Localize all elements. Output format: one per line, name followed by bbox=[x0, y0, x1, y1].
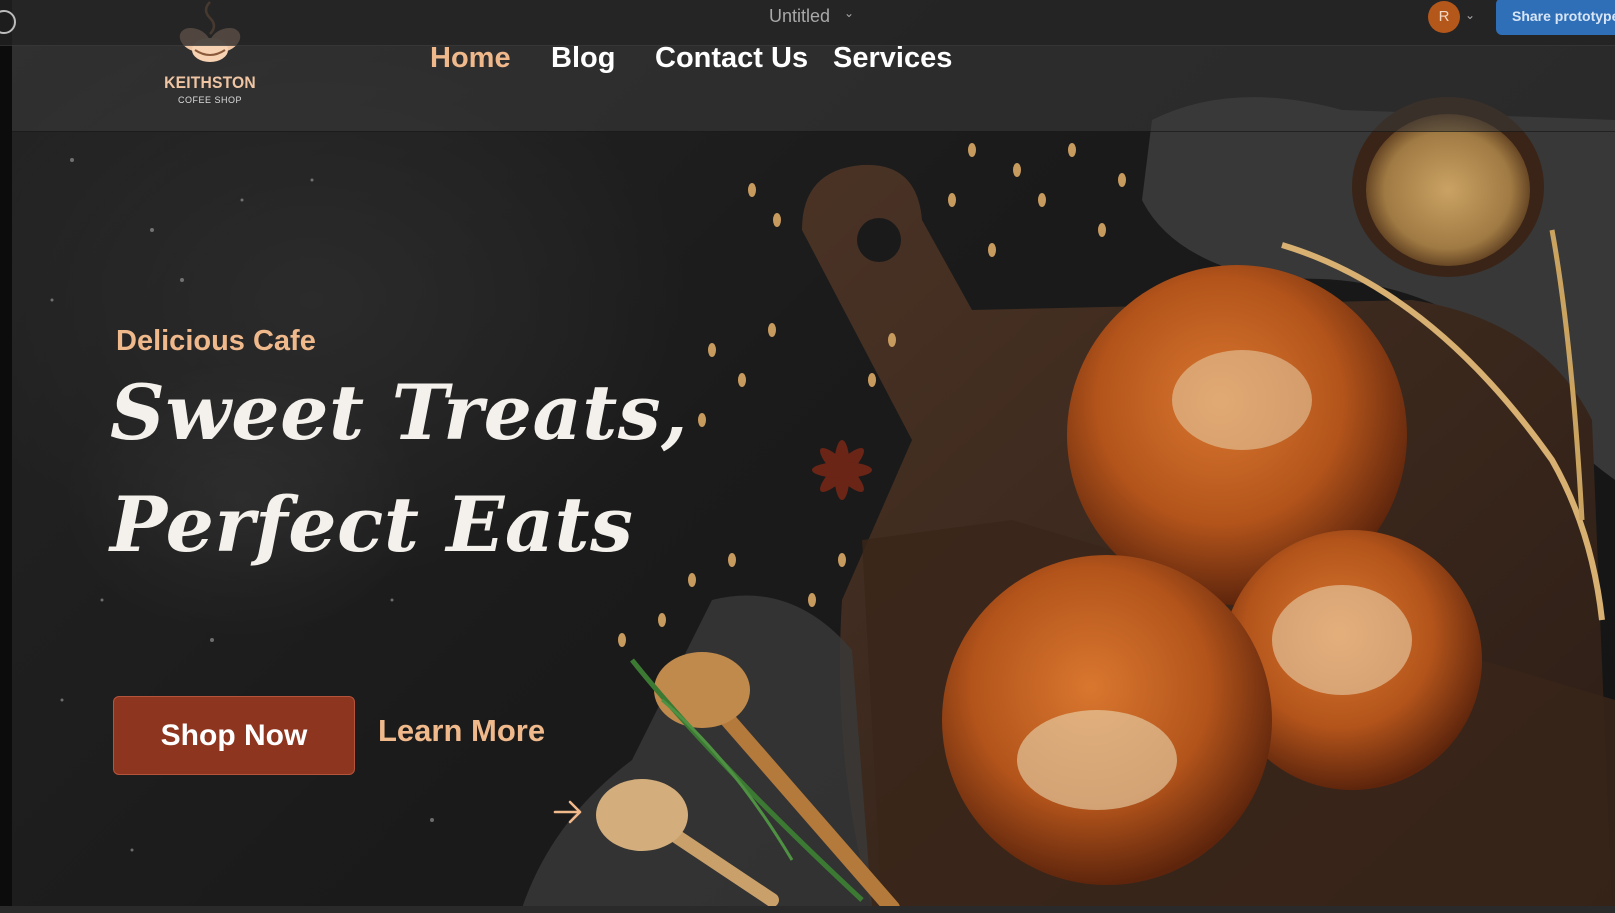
loading-icon[interactable] bbox=[0, 10, 16, 34]
nav-contact-us[interactable]: Contact Us bbox=[655, 42, 808, 75]
shop-now-button[interactable]: Shop Now bbox=[113, 696, 355, 775]
user-avatar[interactable]: R bbox=[1428, 1, 1460, 33]
prototype-title[interactable]: Untitled bbox=[769, 6, 830, 28]
canvas-bottom-edge bbox=[0, 906, 1615, 913]
nav-blog[interactable]: Blog bbox=[551, 42, 615, 75]
hero-headline-line1: Sweet Treats, bbox=[110, 368, 689, 457]
learn-more-link[interactable]: Learn More bbox=[378, 713, 545, 749]
brand-tagline: COFEE SHOP bbox=[177, 95, 242, 105]
share-prototype-button[interactable]: Share prototype bbox=[1496, 0, 1615, 35]
hero-headline-line2: Perfect Eats bbox=[110, 480, 634, 569]
chevron-down-icon[interactable]: ⌄ bbox=[1465, 8, 1475, 22]
prototype-toolbar: Untitled ⌄ R ⌄ Share prototype bbox=[0, 0, 1615, 46]
brand-name: KEITHSTON bbox=[164, 73, 256, 92]
nav-home[interactable]: Home bbox=[430, 42, 511, 75]
canvas-left-edge bbox=[0, 0, 12, 913]
arrow-right-icon[interactable] bbox=[552, 796, 584, 828]
chevron-down-icon[interactable]: ⌄ bbox=[844, 6, 854, 20]
nav-services[interactable]: Services bbox=[833, 42, 952, 75]
hero-eyebrow: Delicious Cafe bbox=[116, 325, 316, 357]
